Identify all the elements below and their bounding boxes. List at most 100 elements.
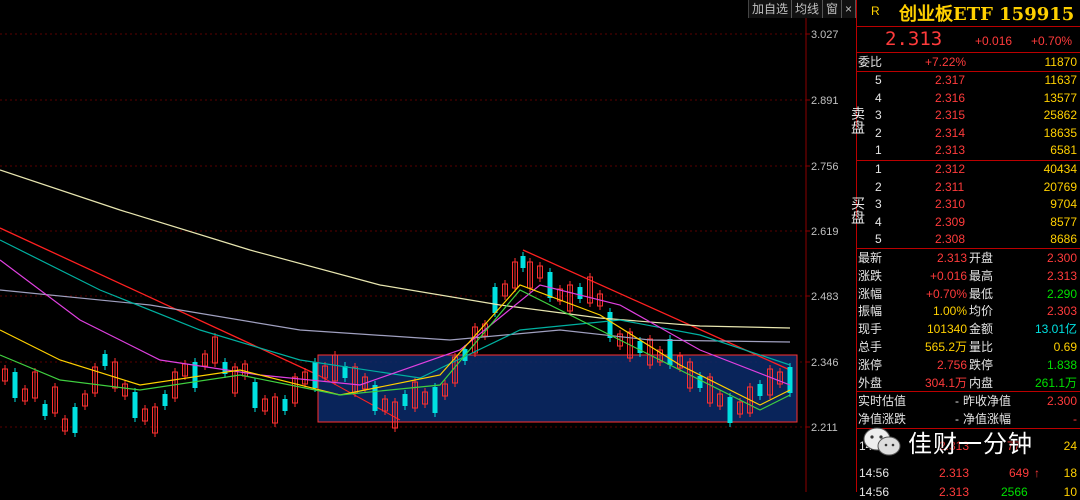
stat-value: 2.313 [936, 251, 967, 265]
tick-time: 14:56 [859, 466, 890, 480]
ask-volume: 18635 [1043, 125, 1077, 140]
tick-volume: 2566 [1001, 485, 1028, 499]
ask-volume: 11637 [1044, 73, 1077, 87]
close-icon[interactable]: × [841, 0, 856, 18]
tick-row: 14:56 2.313 649 ↑ 18 [857, 465, 1080, 481]
candle-body [42, 404, 48, 416]
kline-chart[interactable]: 3.027 2.891 2.756 2.619 2.483 2.346 2.211 加自选 … [0, 0, 856, 492]
ma-lines-button[interactable]: 均线 [791, 0, 823, 18]
stat-row: 外盘 304.1万 内盘 261.1万 [857, 375, 1080, 391]
candle-body [547, 272, 553, 298]
nav-row: 实时估值 - 昨收净值 2.300 [857, 393, 1080, 409]
candle-body [102, 354, 108, 366]
axis-tick-label: 2.891 [811, 95, 839, 107]
quote-header: R 创业板ETF 159915 [857, 0, 1080, 26]
quote-panel: R 创业板ETF 159915 2.313 +0.016 +0.70% 委比 +… [850, 0, 1080, 499]
divider [857, 391, 1080, 392]
candle-body [402, 394, 408, 406]
tick-count: 18 [1063, 466, 1077, 480]
candle-body [520, 256, 526, 268]
candle-body [577, 287, 583, 299]
stat-label: 涨跌 [858, 268, 883, 283]
r-badge: R [871, 4, 880, 18]
stat-label: 现手 [858, 322, 883, 337]
ask-volume: 13577 [1043, 90, 1077, 105]
bid-row: 1 2.312 40434 [857, 161, 1080, 177]
stat-value: 0.69 [1053, 340, 1077, 354]
bid-price: 2.310 [935, 197, 966, 211]
stat-label: 均价 [969, 304, 994, 319]
candle-body [492, 287, 498, 313]
bid-row: 4 2.309 8577 [857, 214, 1080, 230]
tick-time: 14:56 [859, 485, 890, 499]
bid-volume: 40434 [1043, 162, 1077, 176]
weibi-label: 委比 [858, 55, 883, 69]
weibi-row: 委比 +7.22% 11870 [857, 54, 1080, 70]
bid-price: 2.311 [935, 179, 965, 194]
last-price: 2.313 [885, 28, 943, 50]
tick-price: 2.313 [939, 466, 970, 480]
ask-level: 1 [875, 143, 882, 157]
axis-tick-label: 2.619 [811, 226, 839, 238]
stat-value: 304.1万 [924, 375, 967, 390]
stat-label: 量比 [969, 340, 994, 354]
stat-value: 565.2万 [924, 340, 967, 354]
candle-body [727, 397, 733, 423]
price-change-pct: +0.70% [1031, 34, 1073, 48]
nav-value: - [1073, 411, 1077, 426]
stat-value: 2.300 [1046, 251, 1077, 265]
ask-row: 3 2.315 25862 [857, 107, 1080, 123]
tick-count: 10 [1063, 485, 1077, 499]
candle-body [162, 394, 168, 406]
ask-price: 2.316 [935, 90, 966, 105]
ask-price: 2.314 [935, 125, 966, 140]
nav-value: 2.300 [1046, 394, 1077, 408]
candle-body [132, 392, 138, 418]
divider [857, 248, 1080, 249]
nav-value: - [955, 394, 959, 408]
candle-body [757, 384, 763, 396]
stat-label: 最高 [969, 268, 994, 283]
ask-volume: 25862 [1043, 108, 1077, 122]
stat-value: +0.70% [925, 286, 967, 301]
weibi-pct: +7.22% [925, 55, 967, 69]
ask-row: 4 2.316 13577 [857, 90, 1080, 106]
window-button[interactable]: 窗 [822, 0, 842, 18]
bid-level: 1 [875, 162, 882, 176]
ask-row: 5 2.317 11637 [857, 72, 1080, 88]
bid-level: 2 [875, 179, 882, 194]
stat-label: 开盘 [969, 251, 994, 265]
watermark-text: 佳财一分钟 [908, 431, 1033, 458]
kline-svg: 3.027 2.891 2.756 2.619 2.483 2.346 2.211 [0, 0, 839, 492]
stat-value: 261.1万 [1034, 375, 1077, 390]
bid-volume: 9704 [1050, 197, 1077, 211]
bid-row: 5 2.308 8686 [857, 231, 1080, 247]
trendline [0, 227, 319, 376]
stat-value: 1.00% [932, 304, 967, 319]
stat-value: 2.303 [1046, 304, 1077, 319]
bid-level: 3 [875, 197, 882, 211]
candle-body [697, 376, 703, 388]
candle-body [312, 362, 318, 388]
bid-price: 2.308 [935, 232, 966, 246]
ask-price: 2.317 [935, 73, 966, 87]
stat-label: 跌停 [969, 357, 994, 372]
axis-tick-label: 3.027 [811, 29, 839, 41]
candle-body [12, 372, 18, 398]
stat-row: 振幅 1.00% 均价 2.303 [857, 303, 1080, 319]
candle-body [252, 382, 258, 408]
price-change: +0.016 [975, 34, 1013, 48]
bid-price: 2.312 [935, 162, 966, 176]
ask-volume: 6581 [1050, 143, 1077, 157]
stat-value: +0.016 [929, 268, 967, 283]
candle-body [72, 407, 78, 433]
ask-row: 1 2.313 6581 [857, 142, 1080, 158]
stat-label: 总手 [858, 340, 883, 354]
stat-value: 1.838 [1046, 357, 1077, 372]
stat-label: 最新 [858, 251, 883, 265]
bid-level: 5 [875, 232, 882, 246]
divider [857, 52, 1080, 53]
tick-volume: 649 [1009, 466, 1030, 480]
stat-label: 金额 [969, 322, 994, 337]
add-watchlist-button[interactable]: 加自选 [748, 0, 792, 18]
